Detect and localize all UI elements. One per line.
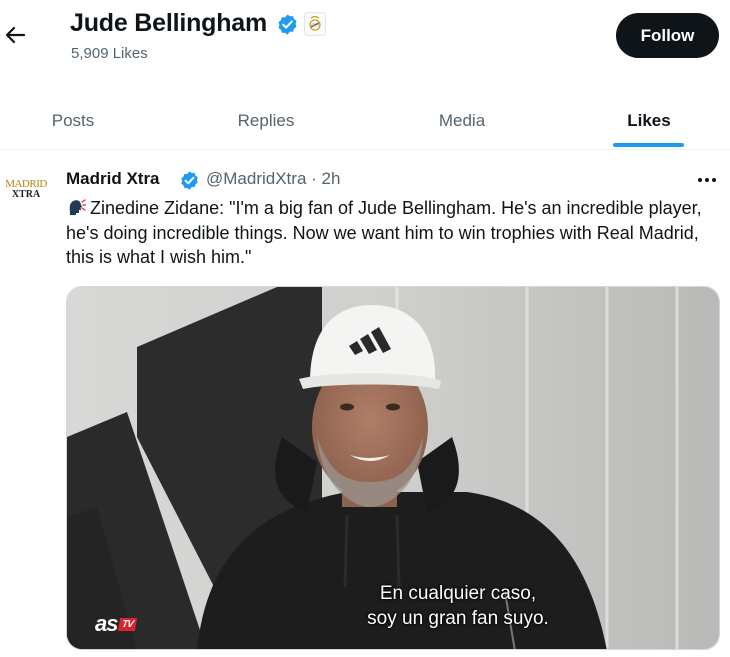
author-handle-time[interactable]: @MadridXtra · 2h — [206, 169, 340, 189]
active-tab-indicator — [613, 143, 684, 147]
as-logo-text: as — [95, 611, 119, 636]
profile-name: Jude Bellingham — [70, 9, 268, 37]
tab-likes[interactable]: Likes — [579, 92, 719, 150]
avatar-line2: XTRA — [11, 188, 41, 200]
avatar-line1: MADRID — [5, 177, 47, 190]
profile-tabs: Posts Replies Media Likes — [0, 92, 730, 150]
profile-header: Jude Bellingham MCF 5,909 Likes Follow — [0, 0, 730, 80]
tab-posts[interactable]: Posts — [10, 92, 136, 150]
verified-badge-icon — [276, 13, 299, 36]
likes-count: 5,909 Likes — [71, 45, 148, 62]
avatar[interactable]: MADRID XTRA — [3, 166, 49, 212]
tweet-body: Zinedine Zidane: "I'm a big fan of Jude … — [66, 198, 702, 267]
real-madrid-crest-icon: MCF — [304, 12, 326, 36]
svg-text:MCF: MCF — [310, 24, 321, 29]
verified-badge-icon — [179, 170, 200, 191]
as-tv-logo-icon: as TV — [95, 611, 138, 637]
tab-media[interactable]: Media — [392, 92, 532, 150]
video-thumbnail[interactable]: En cualquier caso, soy un gran fan suyo.… — [66, 286, 720, 650]
follow-button[interactable]: Follow — [616, 13, 719, 58]
back-arrow-icon[interactable] — [2, 19, 28, 49]
tab-replies[interactable]: Replies — [196, 92, 336, 150]
video-subtitle-line1: En cualquier caso, — [379, 583, 537, 604]
more-icon[interactable] — [694, 172, 720, 188]
author-name[interactable]: Madrid Xtra — [66, 169, 160, 189]
video-subtitle-line2: soy un gran fan suyo. — [367, 608, 549, 629]
tv-logo-text: TV — [118, 617, 138, 631]
speaking-head-emoji-icon — [66, 197, 87, 217]
tweet-text: Zinedine Zidane: "I'm a big fan of Jude … — [66, 196, 711, 270]
